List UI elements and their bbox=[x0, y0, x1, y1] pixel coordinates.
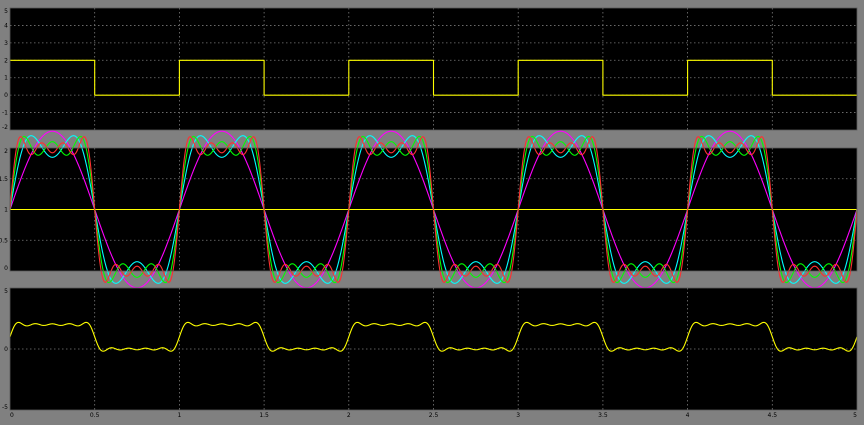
x-tick-label: 2.5 bbox=[429, 412, 439, 419]
x-tick-label: 5 bbox=[853, 412, 857, 419]
y-tick-label: 0 bbox=[4, 265, 8, 272]
plot-panel-bottom: 0 0.5 1 1.5 2 2.5 3 3.5 4 4.5 5-505 bbox=[2, 287, 858, 419]
x-tick-label: 0 bbox=[10, 412, 14, 419]
y-tick-label: -1 bbox=[2, 110, 8, 117]
scope-display: -2 -1 0 1 2 3 4 5 0 0.5 1 1.5 2 0 0.5 1 1.5 2 2.5 3 3.5 4 4.… bbox=[0, 7, 858, 419]
y-tick-label: 3 bbox=[4, 40, 8, 47]
x-tick-label: 3.5 bbox=[598, 412, 608, 419]
y-tick-label: 5 bbox=[4, 8, 8, 15]
y-tick-label: 2 bbox=[4, 148, 8, 155]
y-tick-label: 1 bbox=[4, 75, 8, 82]
y-tick-label: 4 bbox=[4, 22, 8, 29]
x-tick-label: 4 bbox=[686, 412, 690, 419]
x-tick-label: 3 bbox=[516, 412, 520, 419]
plot-panel-top: -2 -1 0 1 2 3 4 5 bbox=[2, 7, 858, 131]
y-tick-label: 0 bbox=[4, 92, 8, 99]
y-tick-label: 5 bbox=[4, 288, 8, 295]
x-tick-label: 1.5 bbox=[259, 412, 269, 419]
y-tick-label: 1 bbox=[4, 207, 8, 214]
y-tick-label: 2 bbox=[4, 57, 8, 64]
plot-panel-middle: 0 0.5 1 1.5 2 bbox=[0, 130, 858, 289]
x-tick-label: 4.5 bbox=[768, 412, 778, 419]
y-tick-label: 0.5 bbox=[0, 237, 8, 244]
x-tick-label: 0.5 bbox=[90, 412, 100, 419]
y-tick-label: -2 bbox=[2, 124, 8, 131]
x-tick-label: 2 bbox=[347, 412, 351, 419]
x-tick-label: 1 bbox=[177, 412, 181, 419]
y-tick-label: -5 bbox=[2, 404, 8, 411]
y-tick-label: 1.5 bbox=[0, 176, 8, 183]
y-tick-label: 0 bbox=[4, 346, 8, 353]
